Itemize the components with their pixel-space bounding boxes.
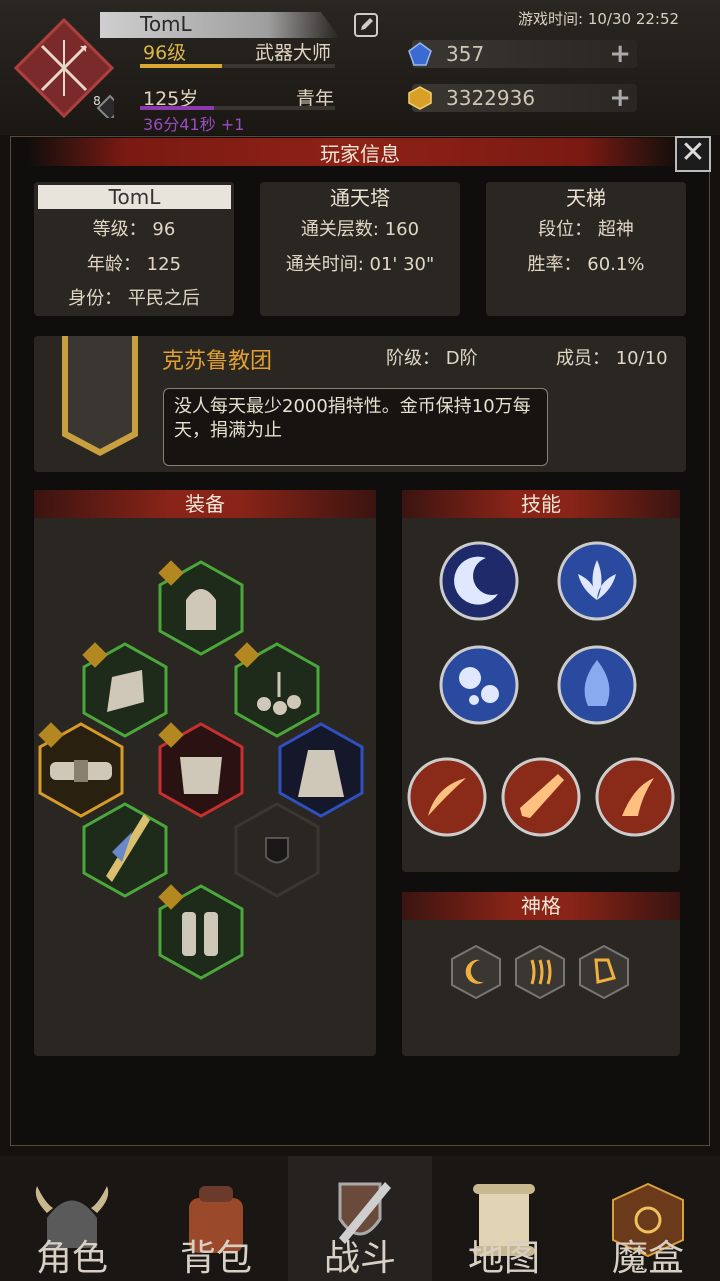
- equipment-title: 装备: [34, 490, 376, 518]
- guild-rank: 阶级： D阶: [386, 348, 478, 369]
- game-time: 游戏时间: 10/30 22:52: [518, 10, 680, 28]
- name-plate: [100, 12, 340, 38]
- nav-battle-label: 战斗: [323, 1238, 396, 1279]
- gem-count: 357: [446, 42, 485, 66]
- age-timer: 36分41秒 +1: [143, 115, 245, 134]
- bubbles-skill-icon[interactable]: [438, 644, 520, 726]
- nav-battle[interactable]: 战斗: [288, 1156, 432, 1281]
- tower-title: 通天塔: [330, 186, 390, 210]
- fire-claw-skill-icon[interactable]: [594, 756, 676, 838]
- nav-map-label: 地图: [467, 1238, 540, 1279]
- profile-level: 等级： 96: [92, 219, 176, 240]
- nav-backpack-label: 背包: [179, 1238, 252, 1279]
- guild-name: 克苏鲁教团: [162, 349, 273, 374]
- level-progress-bar: [140, 64, 335, 68]
- age-progress-bar: [140, 106, 335, 110]
- skills-title: 技能: [402, 490, 680, 518]
- class-title: 武器大师: [255, 42, 332, 64]
- wave-rune-icon[interactable]: [514, 944, 566, 1000]
- slash-skill-icon[interactable]: [406, 756, 488, 838]
- gold-count: 3322936: [446, 86, 536, 110]
- panel-title: 玩家信息: [320, 142, 400, 166]
- add-gold-button[interactable]: +: [609, 83, 631, 113]
- ladder-winrate: 胜率： 60.1%: [527, 254, 645, 275]
- gold-ore-icon: [408, 86, 432, 110]
- tower-time: 通关时间: 01' 30": [285, 254, 435, 275]
- profile-identity: 身份： 平民之后: [68, 288, 200, 309]
- shield-slot[interactable]: [234, 802, 320, 898]
- avatar-level-badge: 8: [93, 94, 101, 108]
- divinity-title: 神格: [402, 892, 680, 920]
- armor-slot[interactable]: [158, 722, 244, 818]
- level-text: 96级: [143, 42, 187, 64]
- weapon-slot[interactable]: [82, 802, 168, 898]
- boots-slot[interactable]: [158, 884, 244, 980]
- tower-floors: 通关层数: 160: [300, 219, 420, 240]
- close-button[interactable]: ✕: [675, 136, 711, 172]
- guild-banner-icon: [62, 336, 138, 456]
- nav-magic-box-label: 魔盒: [611, 1238, 684, 1279]
- helmet-slot[interactable]: [158, 560, 244, 656]
- blue-flame-skill-icon[interactable]: [556, 644, 638, 726]
- edit-icon[interactable]: [354, 13, 378, 37]
- gem-resource: 357 +: [408, 39, 637, 69]
- crescent-moon-skill-icon[interactable]: [438, 540, 520, 622]
- ladder-title: 天梯: [566, 186, 606, 210]
- nav-character-label: 角色: [35, 1238, 108, 1279]
- nav-character[interactable]: 角色: [0, 1156, 144, 1281]
- lotus-skill-icon[interactable]: [556, 540, 638, 622]
- glyph-rune-icon[interactable]: [578, 944, 630, 1000]
- profile-age: 年龄： 125: [86, 254, 182, 275]
- guild-members: 成员： 10/10: [556, 348, 668, 369]
- add-gem-button[interactable]: +: [609, 39, 631, 69]
- nav-backpack[interactable]: 背包: [144, 1156, 288, 1281]
- moon-rune-icon[interactable]: [450, 944, 502, 1000]
- blue-gem-icon: [408, 42, 432, 66]
- nav-magic-box[interactable]: 魔盒: [576, 1156, 720, 1281]
- ladder-rank: 段位： 超神: [538, 219, 634, 240]
- sword-strike-skill-icon[interactable]: [500, 756, 582, 838]
- profile-name: TomL: [38, 185, 231, 209]
- nav-map[interactable]: 地图: [432, 1156, 576, 1281]
- guild-notice: 没人每天最少2000捐特性。金币保持10万每天，捐满为止: [163, 388, 548, 466]
- player-name: TomL: [140, 12, 192, 36]
- gold-resource: 3322936 +: [408, 83, 637, 113]
